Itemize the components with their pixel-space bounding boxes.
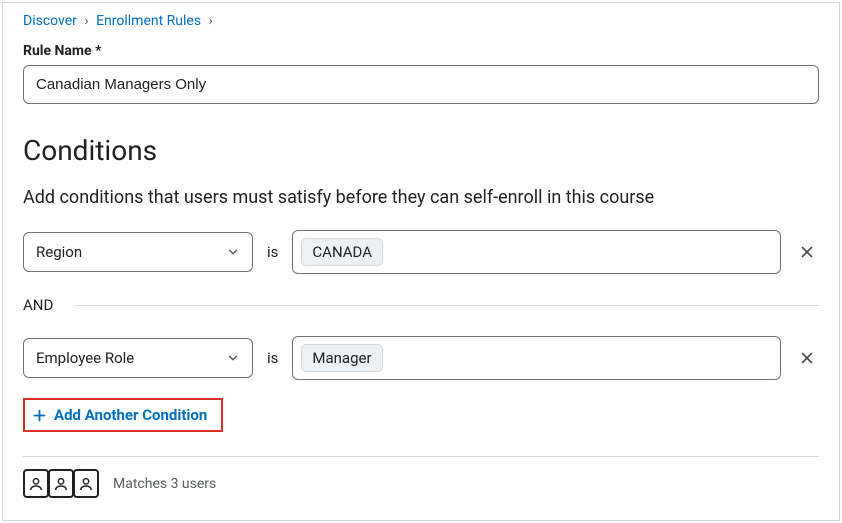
- rule-name-label: Rule Name *: [23, 43, 819, 59]
- condition-row: Employee Role is Manager: [23, 336, 819, 380]
- rule-name-input[interactable]: [23, 65, 819, 104]
- condition-attribute-value: Region: [36, 243, 82, 261]
- condition-value-chip[interactable]: Manager: [301, 344, 382, 372]
- add-condition-highlight: Add Another Condition: [23, 398, 223, 432]
- matches-row: Matches 3 users: [23, 469, 819, 498]
- remove-condition-button[interactable]: [795, 349, 819, 367]
- condition-value-chip[interactable]: CANADA: [301, 238, 383, 266]
- condition-value-input[interactable]: Manager: [292, 336, 781, 380]
- remove-condition-button[interactable]: [795, 243, 819, 261]
- breadcrumb: Discover › Enrollment Rules ›: [23, 13, 819, 29]
- user-avatar-icon: [23, 469, 49, 498]
- chevron-right-icon: ›: [209, 13, 213, 29]
- chevron-down-icon: [226, 245, 240, 259]
- breadcrumb-enrollment-rules[interactable]: Enrollment Rules: [96, 13, 201, 29]
- user-avatar-icon: [48, 469, 74, 498]
- condition-row: Region is CANADA: [23, 230, 819, 274]
- breadcrumb-discover[interactable]: Discover: [23, 13, 77, 29]
- chevron-right-icon: ›: [84, 13, 88, 29]
- condition-value-input[interactable]: CANADA: [292, 230, 781, 274]
- divider-line: [75, 305, 819, 306]
- add-condition-label: Add Another Condition: [54, 406, 207, 424]
- and-separator: AND: [23, 296, 819, 314]
- divider-line: [23, 456, 819, 457]
- chevron-down-icon: [226, 351, 240, 365]
- user-avatar-cluster: [23, 469, 99, 498]
- matches-text: Matches 3 users: [113, 476, 216, 492]
- and-label: AND: [23, 296, 53, 314]
- conditions-help-text: Add conditions that users must satisfy b…: [23, 187, 819, 208]
- conditions-heading: Conditions: [23, 134, 819, 167]
- add-another-condition-button[interactable]: Add Another Condition: [31, 406, 207, 424]
- user-avatar-icon: [73, 469, 99, 498]
- condition-attribute-select[interactable]: Employee Role: [23, 338, 253, 378]
- is-label: is: [267, 349, 278, 367]
- is-label: is: [267, 243, 278, 261]
- condition-attribute-select[interactable]: Region: [23, 232, 253, 272]
- condition-attribute-value: Employee Role: [36, 349, 134, 367]
